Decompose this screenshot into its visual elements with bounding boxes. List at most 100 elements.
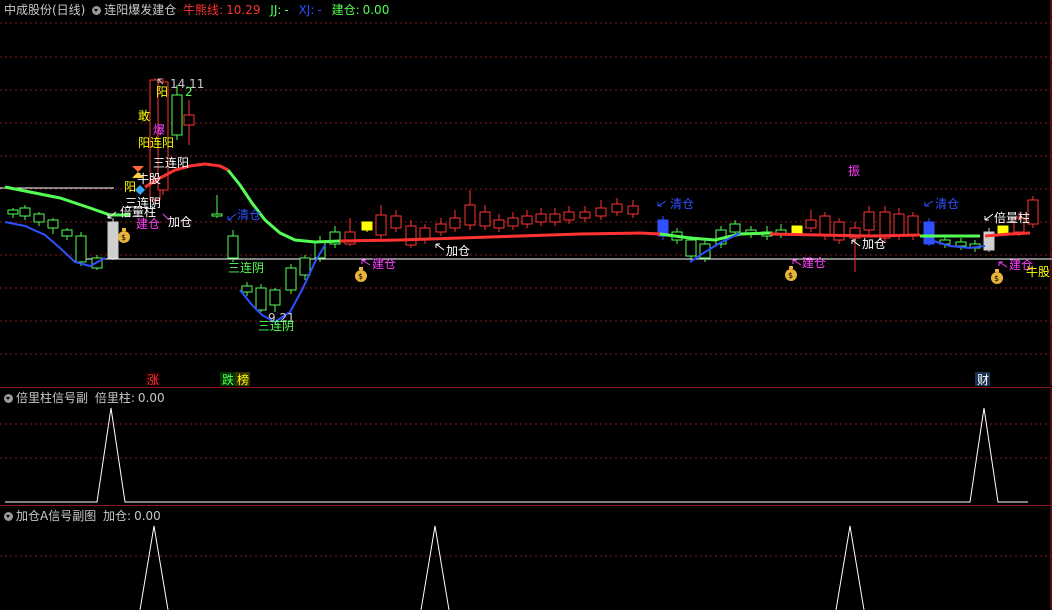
svg-text:$: $ [358, 272, 363, 281]
collapse-icon[interactable] [92, 6, 102, 15]
candle-body [361, 221, 373, 231]
candle-body [449, 217, 461, 229]
money-bag-icon: $ [355, 267, 367, 282]
ma-line-red-main [339, 231, 661, 243]
candle-body [521, 215, 533, 225]
money-bag-icon: $ [785, 266, 797, 281]
candle-body [791, 225, 803, 235]
candle-body [390, 215, 402, 229]
candle-body [819, 215, 831, 237]
candles [7, 78, 1039, 312]
label-bao: 爆 [153, 123, 165, 137]
candlestick-chart[interactable]: 14.11 9.21 2 阳 敢 爆 阳连阳 三连阳 牛股 阳 三连阴 倍量柱 … [0, 0, 1052, 386]
candle-body [833, 221, 845, 241]
arrow-icon [851, 239, 861, 247]
label-bei-liang-zhu-2: 倍量柱 [994, 210, 1030, 225]
label-jian-cang-1: 建仓 [136, 217, 160, 231]
candle-body [314, 241, 326, 259]
label-jian-cang-2: 建仓 [372, 257, 396, 271]
sub1-title-bar: 倍里柱信号副 倍里柱: 0.00 [4, 391, 168, 405]
candle-body [907, 215, 919, 237]
sub1-signal-chart [0, 388, 1052, 506]
main-title-bar: 中成股份(日线) 连阳爆发建仓 牛熊线: 10.29 JJ: - XJ: - 建仓: 0… [4, 3, 392, 17]
sub2-name[interactable]: 加仓A信号副图 [16, 509, 96, 523]
label-qing-cang-1: 清仓 [237, 208, 261, 222]
candle-body [241, 285, 253, 293]
label-jia-cang-3: 加仓 [862, 237, 886, 251]
label-jian-cang-3: 建仓 [802, 256, 826, 270]
diamond-icon [135, 185, 145, 195]
svg-text:$: $ [788, 271, 793, 280]
sub2-signal-line [835, 525, 865, 610]
candle-body [535, 213, 547, 223]
candle-body [464, 204, 476, 226]
label-niu-gu-1: 牛股 [137, 171, 161, 186]
candle-body [435, 223, 447, 233]
sub2-value-label: 加仓: [103, 509, 132, 523]
sub1-value: 0.00 [137, 391, 165, 405]
sub2-title-bar: 加仓A信号副图 加仓: 0.00 [4, 509, 164, 523]
jiancang-label: 建仓: [331, 3, 360, 17]
arrow-icon [984, 213, 994, 221]
cai-tag: 财 [977, 373, 989, 386]
arrow-icon [924, 200, 934, 207]
arrow-icon [227, 213, 237, 221]
candle-body [375, 214, 387, 236]
sub1-signal-line [5, 407, 1028, 503]
label-gan: 敢 [138, 109, 150, 123]
candle-body [729, 223, 741, 233]
candle-body [75, 235, 87, 263]
arrow-icon [998, 261, 1008, 268]
candle-body [563, 211, 575, 221]
candle-body [107, 221, 119, 259]
candle-body [507, 217, 519, 227]
sub2-signal-line [139, 525, 169, 610]
candle-body [61, 229, 73, 237]
collapse-icon[interactable] [4, 512, 13, 521]
label-qing-cang-3: 清仓 [935, 197, 959, 211]
label-qing-cang-2: 清仓 [670, 197, 694, 211]
label-san-lian-yang-1: 三连阳 [153, 155, 189, 170]
jj-label: JJ: [270, 3, 282, 17]
candle-body [183, 114, 195, 126]
money-bag-icon: $ [991, 269, 1003, 284]
arrow-icon [792, 259, 802, 266]
jj-value: - [284, 3, 289, 17]
candle-body [955, 241, 967, 247]
candle-body [227, 235, 239, 259]
svg-text:$: $ [994, 274, 999, 283]
main-chart-pane[interactable]: 中成股份(日线) 连阳爆发建仓 牛熊线: 10.29 JJ: - XJ: - 建仓: 0… [0, 0, 1052, 386]
sub2-value: 0.00 [134, 509, 161, 523]
niu-label: 牛熊线: [183, 3, 224, 17]
zhang-tag: 涨 [147, 372, 159, 386]
label-zhen: 振 [848, 164, 860, 178]
sub-chart-jia-cang[interactable]: 加仓A信号副图 加仓: 0.00 [0, 505, 1052, 610]
candle-body [269, 289, 281, 306]
candle-body [479, 211, 491, 227]
label-san-lian-yin-2: 三连阴 [258, 318, 294, 333]
candle-body [19, 207, 31, 217]
label-niu-gu-2: 牛股 [1026, 264, 1050, 279]
ma-line-red-right [769, 232, 921, 238]
ma-line-green-mid [226, 169, 341, 244]
candle-body [685, 239, 697, 257]
arrow-icon [435, 243, 445, 251]
candle-body [805, 219, 817, 229]
stock-name: 中成股份(日线) [4, 3, 86, 17]
bang-tag: 榜 [237, 372, 249, 386]
label-san-lian-yin-1: 三连阴 [228, 260, 264, 275]
candle-body [627, 205, 639, 215]
label-jia-cang-1: 加仓 [168, 215, 192, 229]
candle-body [893, 213, 905, 237]
candle-body [299, 257, 311, 276]
niu-value: 10.29 [226, 3, 261, 17]
indicator-name[interactable]: 连阳爆发建仓 [104, 3, 176, 17]
candle-body [595, 207, 607, 217]
sub1-name[interactable]: 倍里柱信号副 [16, 391, 88, 405]
collapse-icon[interactable] [4, 394, 13, 403]
sub-chart-bei-liang-zhu[interactable]: 倍里柱信号副 倍里柱: 0.00 [0, 387, 1052, 506]
candle-body [255, 287, 267, 311]
candle-body [33, 213, 45, 223]
candle-body [285, 267, 297, 291]
arrow-icon [361, 259, 371, 266]
